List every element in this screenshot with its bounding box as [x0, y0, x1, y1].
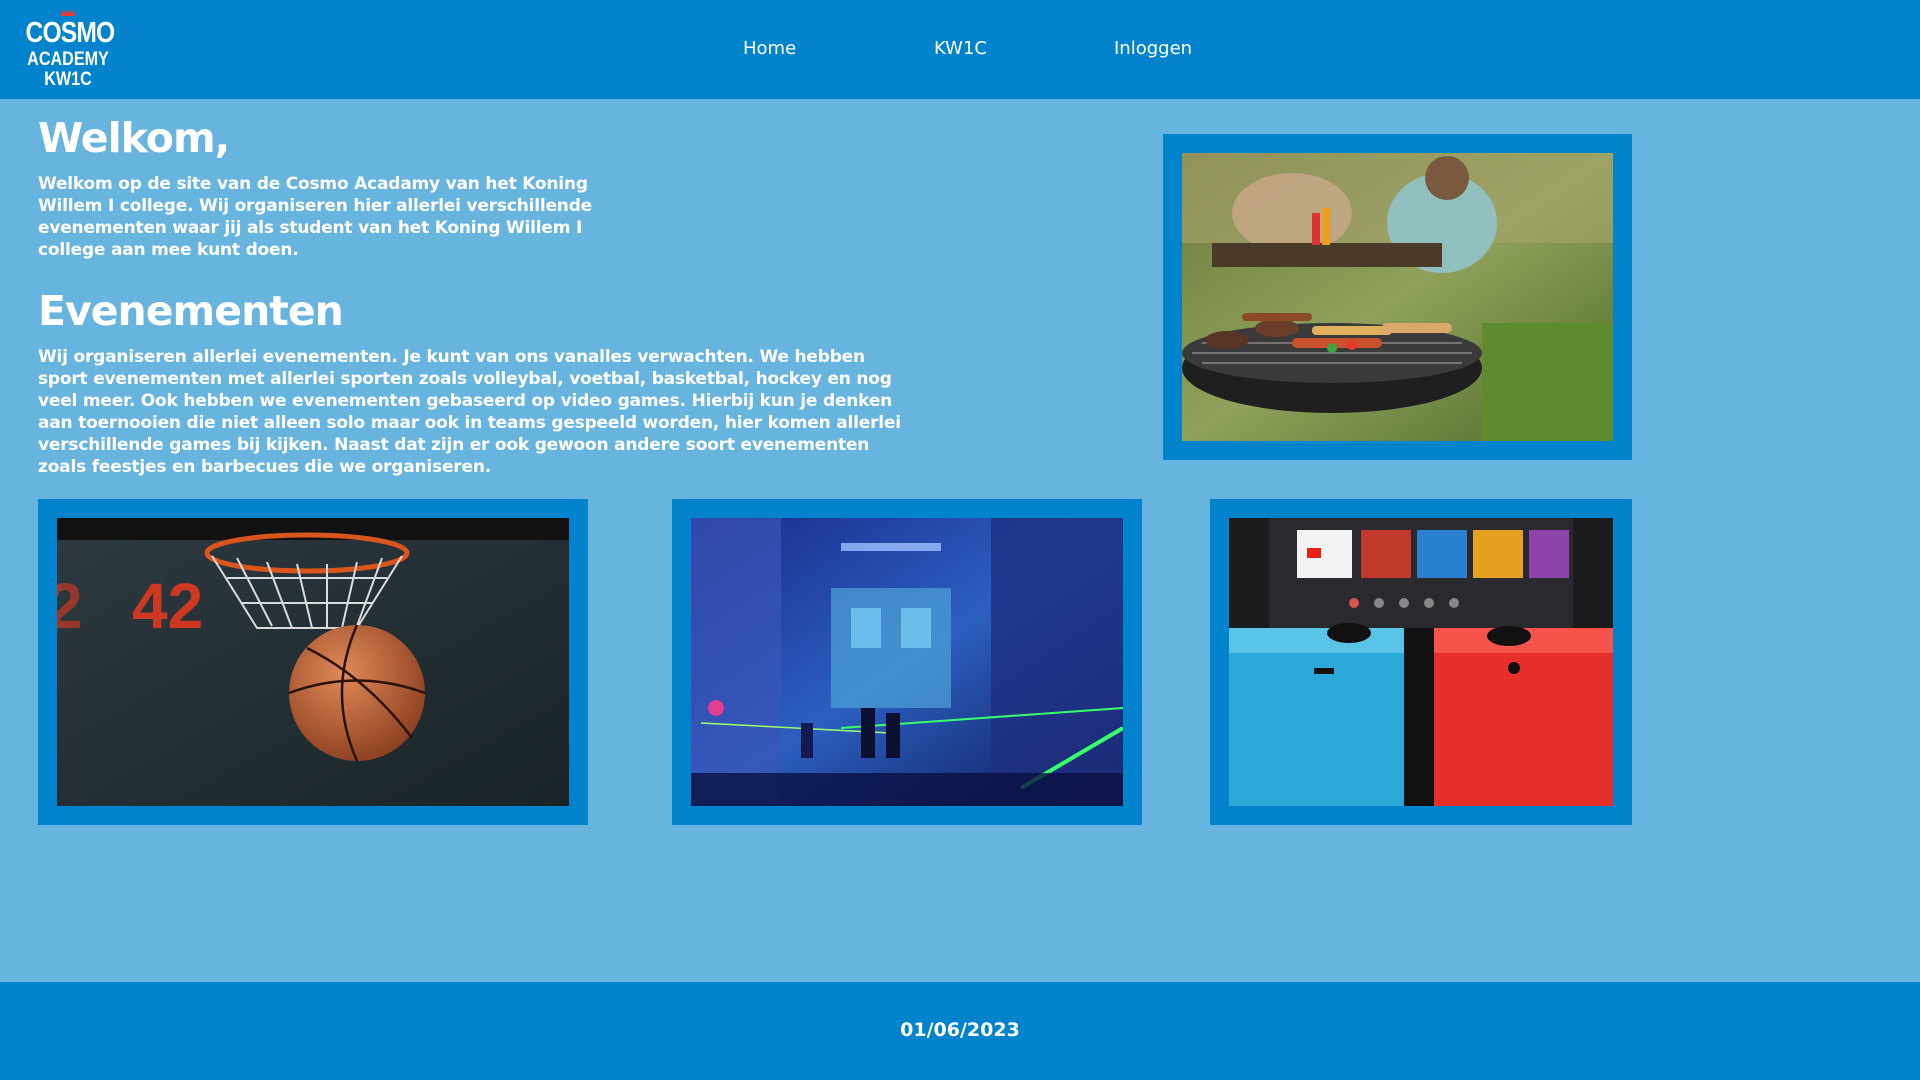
cosmo-academy-logo[interactable]: COSMO ACADEMY KW1C — [18, 10, 118, 90]
welcome-text: Welkom op de site van de Cosmo Acadamy v… — [38, 174, 593, 260]
lasergame-photo — [691, 518, 1123, 806]
svg-text:42: 42 — [132, 570, 203, 642]
nav-link-home[interactable]: Home — [743, 38, 796, 59]
nav-link-inloggen[interactable]: Inloggen — [1114, 38, 1192, 59]
logo-line-2: ACADEMY — [27, 49, 109, 70]
footer-bar: 01/06/2023 — [0, 982, 1920, 1080]
welcome-title: Welkom, — [38, 114, 230, 162]
events-title: Evenementen — [38, 287, 344, 335]
events-text: Wij organiseren allerlei evenementen. Je… — [38, 347, 901, 477]
footer-date: 01/06/2023 — [900, 1019, 1020, 1041]
nav-link-kw1c[interactable]: KW1C — [934, 38, 987, 59]
lasergame-photo-frame — [672, 499, 1142, 825]
basketball-photo-frame: 42 2 — [38, 499, 588, 825]
bbq-photo — [1182, 153, 1613, 441]
crown-icon — [61, 10, 75, 16]
svg-text:2: 2 — [57, 570, 83, 642]
header-bar: COSMO ACADEMY KW1C Home KW1C Inloggen — [0, 0, 1920, 99]
switch-photo — [1229, 518, 1613, 806]
basketball-photo: 42 2 — [57, 518, 569, 806]
logo-line-1: COSMO — [25, 17, 116, 49]
logo-line-3: KW1C — [44, 69, 92, 90]
bbq-photo-frame — [1163, 134, 1632, 460]
switch-photo-frame — [1210, 499, 1632, 825]
